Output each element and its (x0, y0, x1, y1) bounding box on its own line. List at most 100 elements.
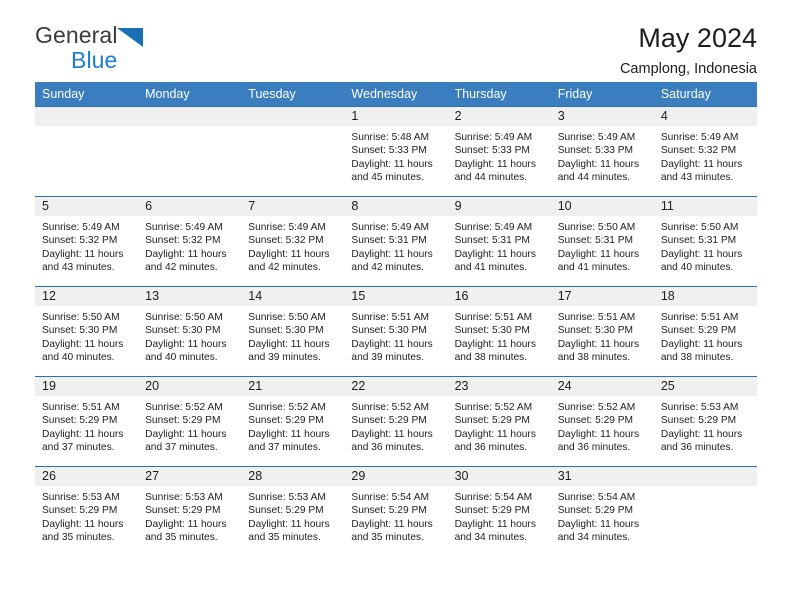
weekday-header-thursday: Thursday (447, 82, 551, 107)
day-number: 27 (138, 467, 242, 486)
day-number: 30 (447, 467, 551, 486)
sunrise-text: Sunrise: 5:49 AM (351, 222, 430, 233)
calendar-day-cell[interactable]: 13 Sunrise: 5:50 AM Sunset: 5:30 PM Dayligh… (138, 286, 242, 377)
daylight-text-line2: and 38 minutes. (557, 352, 631, 364)
calendar-day-cell[interactable]: 21 Sunrise: 5:52 AM Sunset: 5:29 PM Dayligh… (241, 376, 345, 467)
day-sun-info: Sunrise: 5:52 AM Sunset: 5:29 PM Daylight:… (138, 396, 241, 455)
calendar-day-cell[interactable]: 26 Sunrise: 5:53 AM Sunset: 5:29 PM Dayligh… (35, 466, 139, 557)
sunrise-text: Sunrise: 5:48 AM (351, 132, 430, 143)
daylight-text-line2: and 44 minutes. (557, 172, 631, 184)
day-sun-info: Sunrise: 5:49 AM Sunset: 5:32 PM Daylight:… (35, 216, 138, 275)
title-block: May 2024 Camplong, Indonesia (619, 24, 757, 78)
sunrise-text: Sunrise: 5:50 AM (145, 312, 223, 323)
calendar-day-cell[interactable]: 2 Sunrise: 5:49 AM Sunset: 5:33 PM Daylight… (447, 106, 551, 197)
daylight-text-line2: and 37 minutes. (145, 442, 218, 454)
daylight-text-line2: and 39 minutes. (351, 352, 424, 364)
weekday-header-monday: Monday (138, 82, 242, 107)
daylight-text-line2: and 35 minutes. (351, 532, 424, 544)
calendar-week-row: 5 Sunrise: 5:49 AM Sunset: 5:32 PM Daylight… (35, 196, 757, 287)
day-number: 23 (447, 377, 551, 396)
calendar-day-cell[interactable]: 1 Sunrise: 5:48 AM Sunset: 5:33 PM Daylight… (344, 106, 448, 197)
calendar-day-cell[interactable]: 3 Sunrise: 5:49 AM Sunset: 5:33 PM Daylight… (550, 106, 654, 197)
day-sun-info: Sunrise: 5:54 AM Sunset: 5:29 PM Daylight:… (551, 486, 654, 545)
calendar-day-cell[interactable]: 4 Sunrise: 5:49 AM Sunset: 5:32 PM Daylight… (653, 106, 757, 197)
calendar-day-cell[interactable]: 24 Sunrise: 5:52 AM Sunset: 5:29 PM Dayligh… (550, 376, 654, 467)
daylight-text-line2: and 37 minutes. (42, 442, 115, 454)
daylight-text-line2: and 38 minutes. (454, 352, 528, 364)
calendar-day-cell[interactable]: 5 Sunrise: 5:49 AM Sunset: 5:32 PM Daylight… (35, 196, 139, 287)
calendar-day-cell[interactable]: 14 Sunrise: 5:50 AM Sunset: 5:30 PM Dayligh… (241, 286, 345, 377)
calendar-page: General Blue May 2024 Camplong, Indonesi… (0, 0, 792, 612)
calendar-day-cell[interactable]: 30 Sunrise: 5:54 AM Sunset: 5:29 PM Dayligh… (447, 466, 551, 557)
day-number: 10 (550, 197, 654, 216)
daylight-text-line2: and 39 minutes. (248, 352, 321, 364)
sunset-text: Sunset: 5:30 PM (351, 325, 427, 337)
day-number: 29 (344, 467, 448, 486)
day-sun-info: Sunrise: 5:49 AM Sunset: 5:32 PM Daylight:… (138, 216, 241, 275)
day-sun-info: Sunrise: 5:51 AM Sunset: 5:30 PM Daylight:… (448, 306, 551, 365)
calendar-day-cell[interactable]: 20 Sunrise: 5:52 AM Sunset: 5:29 PM Dayligh… (138, 376, 242, 467)
sunset-text: Sunset: 5:29 PM (454, 505, 530, 517)
daylight-text-line1: Daylight: 11 hours (42, 338, 124, 350)
day-sun-info: Sunrise: 5:51 AM Sunset: 5:29 PM Daylight:… (35, 396, 138, 455)
calendar-body: 1 Sunrise: 5:48 AM Sunset: 5:33 PM Daylight… (35, 106, 757, 557)
daylight-text-line1: Daylight: 11 hours (145, 338, 227, 350)
daylight-text-line1: Daylight: 11 hours (42, 428, 124, 440)
day-number (138, 107, 242, 126)
daylight-text-line1: Daylight: 11 hours (248, 248, 330, 260)
day-sun-info: Sunrise: 5:50 AM Sunset: 5:30 PM Daylight:… (241, 306, 344, 365)
calendar-day-cell[interactable]: 9 Sunrise: 5:49 AM Sunset: 5:31 PM Daylight… (447, 196, 551, 287)
day-number (653, 467, 757, 486)
day-number: 5 (35, 197, 139, 216)
calendar-day-cell[interactable]: 31 Sunrise: 5:54 AM Sunset: 5:29 PM Dayligh… (550, 466, 654, 557)
sunset-text: Sunset: 5:31 PM (351, 235, 427, 247)
calendar-day-cell[interactable]: 22 Sunrise: 5:52 AM Sunset: 5:29 PM Dayligh… (344, 376, 448, 467)
daylight-text-line2: and 42 minutes. (248, 262, 321, 274)
logo-text-blue: Blue (71, 47, 118, 73)
daylight-text-line1: Daylight: 11 hours (557, 338, 640, 350)
daylight-text-line1: Daylight: 11 hours (248, 338, 330, 350)
sunset-text: Sunset: 5:29 PM (248, 415, 324, 427)
day-number: 13 (138, 287, 242, 306)
calendar-day-cell[interactable]: 11 Sunrise: 5:50 AM Sunset: 5:31 PM Dayligh… (653, 196, 757, 287)
day-sun-info: Sunrise: 5:51 AM Sunset: 5:30 PM Daylight:… (344, 306, 447, 365)
calendar-day-cell[interactable]: 27 Sunrise: 5:53 AM Sunset: 5:29 PM Dayligh… (138, 466, 242, 557)
weekday-header-saturday: Saturday (653, 82, 757, 107)
daylight-text-line1: Daylight: 11 hours (248, 428, 330, 440)
calendar-day-cell[interactable]: 7 Sunrise: 5:49 AM Sunset: 5:32 PM Daylight… (241, 196, 345, 287)
sunrise-text: Sunrise: 5:52 AM (454, 402, 533, 413)
calendar-day-cell[interactable]: 29 Sunrise: 5:54 AM Sunset: 5:29 PM Dayligh… (344, 466, 448, 557)
calendar-day-cell[interactable]: 18 Sunrise: 5:51 AM Sunset: 5:29 PM Dayligh… (653, 286, 757, 377)
calendar-day-cell[interactable]: 12 Sunrise: 5:50 AM Sunset: 5:30 PM Dayligh… (35, 286, 139, 377)
calendar-day-cell[interactable]: 17 Sunrise: 5:51 AM Sunset: 5:30 PM Dayligh… (550, 286, 654, 377)
calendar-day-cell[interactable]: 8 Sunrise: 5:49 AM Sunset: 5:31 PM Daylight… (344, 196, 448, 287)
calendar-week-row: 19 Sunrise: 5:51 AM Sunset: 5:29 PM Dayligh… (35, 376, 757, 467)
sunset-text: Sunset: 5:33 PM (351, 145, 427, 157)
day-sun-info: Sunrise: 5:49 AM Sunset: 5:33 PM Daylight:… (551, 126, 654, 185)
daylight-text-line1: Daylight: 11 hours (351, 428, 433, 440)
calendar-day-cell[interactable]: 25 Sunrise: 5:53 AM Sunset: 5:29 PM Dayligh… (653, 376, 757, 467)
daylight-text-line2: and 41 minutes. (557, 262, 631, 274)
calendar-day-cell[interactable]: 19 Sunrise: 5:51 AM Sunset: 5:29 PM Dayligh… (35, 376, 139, 467)
sunrise-text: Sunrise: 5:53 AM (660, 402, 739, 413)
sunrise-text: Sunrise: 5:51 AM (351, 312, 430, 323)
calendar-day-cell[interactable]: 16 Sunrise: 5:51 AM Sunset: 5:30 PM Dayligh… (447, 286, 551, 377)
location-subtitle: Camplong, Indonesia (619, 61, 757, 78)
calendar-day-cell[interactable]: 28 Sunrise: 5:53 AM Sunset: 5:29 PM Dayligh… (241, 466, 345, 557)
page-header: General Blue May 2024 Camplong, Indonesi… (35, 0, 757, 80)
daylight-text-line2: and 44 minutes. (454, 172, 528, 184)
daylight-text-line1: Daylight: 11 hours (145, 518, 227, 530)
sunset-text: Sunset: 5:30 PM (248, 325, 324, 337)
daylight-text-line2: and 36 minutes. (454, 442, 528, 454)
day-number: 2 (447, 107, 551, 126)
sunrise-text: Sunrise: 5:51 AM (454, 312, 533, 323)
sunset-text: Sunset: 5:33 PM (454, 145, 530, 157)
day-sun-info: Sunrise: 5:50 AM Sunset: 5:30 PM Daylight:… (35, 306, 138, 365)
day-number (35, 107, 139, 126)
weekday-header-wednesday: Wednesday (344, 82, 448, 107)
calendar-day-cell[interactable]: 15 Sunrise: 5:51 AM Sunset: 5:30 PM Dayligh… (344, 286, 448, 377)
calendar-day-cell[interactable]: 10 Sunrise: 5:50 AM Sunset: 5:31 PM Dayligh… (550, 196, 654, 287)
calendar-day-cell[interactable]: 6 Sunrise: 5:49 AM Sunset: 5:32 PM Daylight… (138, 196, 242, 287)
sunset-text: Sunset: 5:30 PM (145, 325, 221, 337)
calendar-day-cell[interactable]: 23 Sunrise: 5:52 AM Sunset: 5:29 PM Dayligh… (447, 376, 551, 467)
